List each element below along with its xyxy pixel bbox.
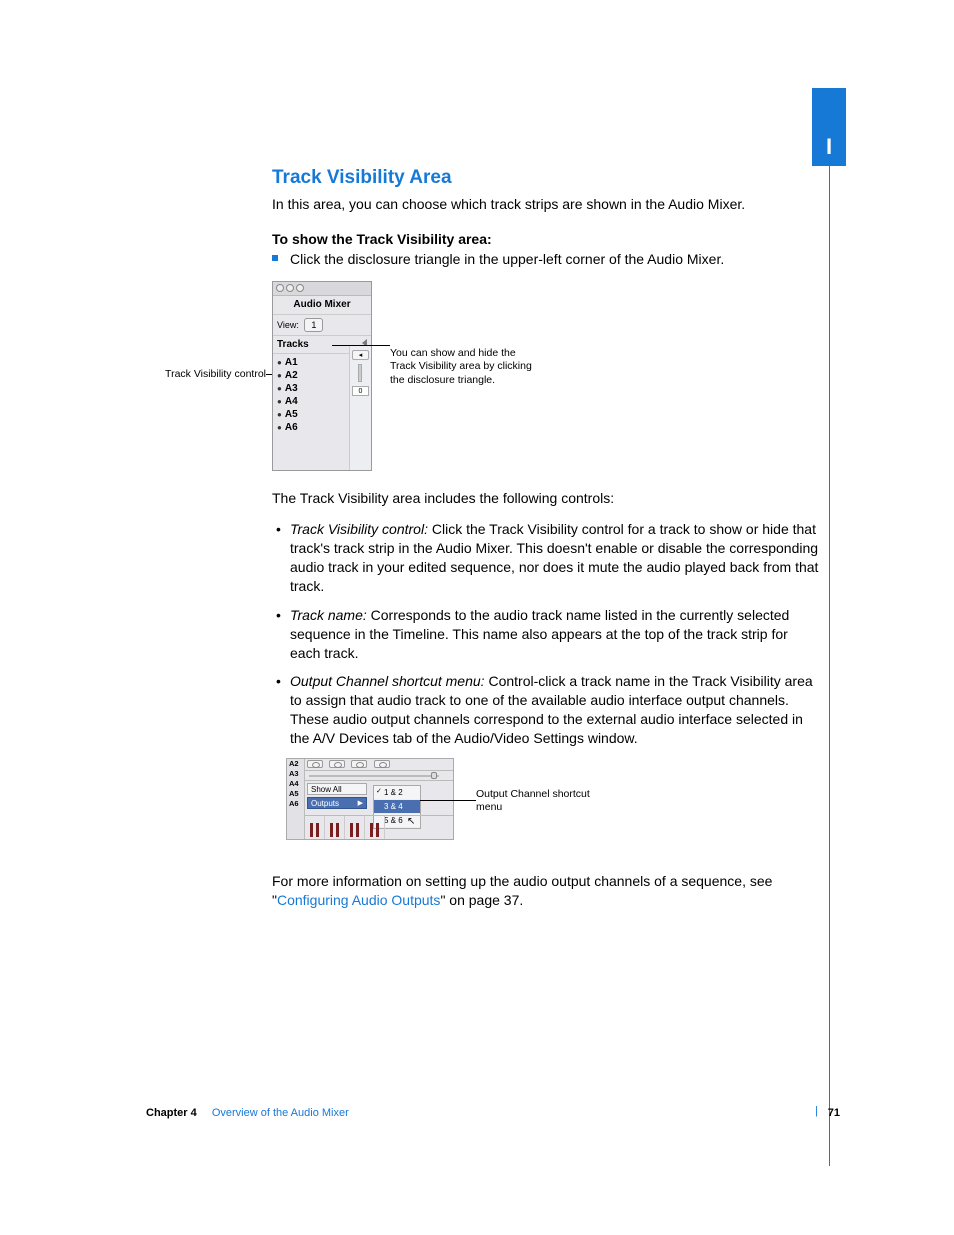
page-footer: Chapter 4 Overview of the Audio Mixer | …	[146, 1106, 840, 1121]
pan-button[interactable]: ◂	[352, 350, 369, 360]
list-item: Track name: Corresponds to the audio tra…	[272, 606, 822, 663]
tracks-header-label: Tracks	[277, 339, 309, 350]
intro-text: In this area, you can choose which track…	[272, 195, 822, 214]
window-titlebar	[273, 282, 371, 296]
slider-row	[305, 771, 453, 781]
chapter-label: Chapter 4	[146, 1107, 197, 1119]
figure-audio-mixer: Track Visibility control Audio Mixer Vie…	[272, 281, 822, 481]
window-minimize-icon[interactable]	[286, 284, 294, 292]
level-meter	[305, 816, 325, 839]
track-row[interactable]: A6	[287, 799, 304, 809]
track-row[interactable]: A3	[287, 769, 304, 779]
value-box[interactable]: 0	[352, 386, 369, 396]
level-meter	[325, 816, 345, 839]
meters-row	[305, 815, 453, 839]
section-heading: Track Visibility Area	[272, 165, 822, 191]
track-row[interactable]: A2	[287, 759, 304, 769]
page-number: 71	[828, 1106, 840, 1121]
list-item: Output Channel shortcut menu: Control-cl…	[272, 672, 822, 748]
menu-show-all[interactable]: Show All	[307, 783, 367, 795]
closing-paragraph: For more information on setting up the a…	[272, 872, 822, 910]
track-strip: ◂ 0	[349, 346, 371, 470]
slider-track[interactable]	[309, 775, 439, 777]
menu-outputs[interactable]: Outputs	[307, 797, 367, 809]
controls-list: Track Visibility control: Click the Trac…	[272, 520, 822, 748]
mixer-tab[interactable]: Audio Mixer	[273, 296, 371, 315]
callout-disclosure: You can show and hide the Track Visibili…	[390, 347, 540, 386]
figure-output-channel: A2 A3 A4 A5 A6 Show All Outputs 1 & 2 3 …	[286, 758, 822, 858]
closing-after: " on page 37.	[440, 892, 523, 908]
window-close-icon[interactable]	[276, 284, 284, 292]
pan-knob-icon[interactable]	[374, 760, 390, 768]
procedure-step: Click the disclosure triangle in the upp…	[272, 250, 822, 269]
part-label: I	[826, 134, 832, 159]
pan-knob-icon[interactable]	[307, 760, 323, 768]
term: Output Channel shortcut menu:	[290, 673, 485, 689]
view-button-1[interactable]: 1	[304, 318, 323, 332]
track-row[interactable]: A4	[287, 779, 304, 789]
view-row: View: 1	[273, 315, 371, 336]
level-meter	[365, 816, 385, 839]
part-tab: I	[812, 88, 846, 166]
controls-intro: The Track Visibility area includes the f…	[272, 489, 822, 508]
cross-ref-link[interactable]: Configuring Audio Outputs	[277, 892, 440, 908]
view-label: View:	[277, 320, 299, 330]
page-body: Track Visibility Area In this area, you …	[272, 165, 822, 922]
callout-line	[332, 345, 390, 346]
procedure-list: Click the disclosure triangle in the upp…	[272, 250, 822, 269]
list-item: Track Visibility control: Click the Trac…	[272, 520, 822, 596]
window-zoom-icon[interactable]	[296, 284, 304, 292]
output-channel-panel: A2 A3 A4 A5 A6 Show All Outputs 1 & 2 3 …	[286, 758, 454, 840]
callout-line	[420, 800, 476, 801]
slider[interactable]	[358, 364, 362, 382]
term: Track name:	[290, 607, 367, 623]
pan-knob-icon[interactable]	[351, 760, 367, 768]
audio-mixer-window: Audio Mixer View: 1 Tracks A1 A2 A3 A4 A…	[272, 281, 372, 471]
margin-rule	[829, 166, 830, 1166]
level-meter	[345, 816, 365, 839]
chapter-title: Overview of the Audio Mixer	[212, 1107, 349, 1119]
pan-row	[305, 759, 453, 771]
footer-separator: |	[815, 1104, 818, 1119]
procedure-title: To show the Track Visibility area:	[272, 230, 822, 249]
tracks-column: A2 A3 A4 A5 A6	[287, 759, 305, 839]
submenu-item[interactable]: 1 & 2	[374, 786, 420, 800]
submenu-item[interactable]: 3 & 4	[374, 800, 420, 814]
track-row[interactable]: A5	[287, 789, 304, 799]
term: Track Visibility control:	[290, 521, 428, 537]
pan-knob-icon[interactable]	[329, 760, 345, 768]
slider-thumb[interactable]	[431, 772, 437, 779]
callout-output-channel: Output Channel shortcut menu	[476, 788, 616, 814]
callout-track-visibility-control: Track Visibility control	[146, 367, 266, 381]
